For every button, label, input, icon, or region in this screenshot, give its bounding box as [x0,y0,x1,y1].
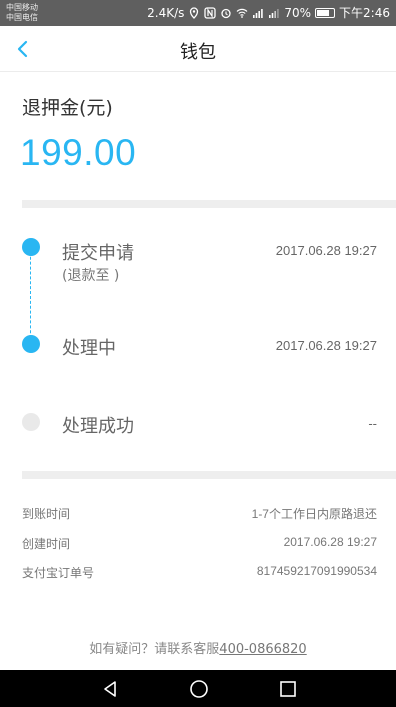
timeline-step-label: 处理中 [62,338,116,359]
wifi-icon [236,8,248,18]
system-nav-bar [0,670,396,707]
clock: 下午2:46 [339,6,390,20]
carrier-1: 中国移动 [6,3,38,12]
service-phone-link[interactable]: 400-0866820 [219,642,306,657]
network-speed: 2.4K/s [147,6,185,20]
timeline-dot-success [22,413,40,431]
timeline-step-sub: (退款至 ) [62,268,120,284]
timeline-step-time: -- [368,416,377,431]
section-divider [22,200,396,208]
carrier-2: 中国电信 [6,13,38,22]
alarm-icon [221,8,232,19]
page-title: 钱包 [180,42,216,63]
timeline-connector [30,247,31,343]
arrival-time-value: 1-7个工作日内原路退还 [251,507,377,521]
timeline-step-label: 提交申请 [62,243,134,264]
timeline-dot-processing [22,335,40,353]
recents-square-icon[interactable] [277,678,299,700]
carrier-info: 中国移动 中国电信 [6,3,38,23]
arrival-time-label: 到账时间 [22,507,71,521]
status-indicators: 2.4K/s 70% 下午2:46 [147,5,390,21]
location-icon [190,7,199,19]
refund-label: 退押金(元) [22,97,113,119]
back-triangle-icon[interactable] [99,678,121,700]
status-bar: 中国移动 中国电信 2.4K/s 70% 下午2:46 [0,0,396,26]
timeline-step-time: 2017.06.28 19:27 [275,338,377,353]
created-time-label: 创建时间 [22,537,71,551]
home-circle-icon[interactable] [188,678,210,700]
help-prefix: 如有疑问？请联系客服 [89,642,220,657]
section-divider [22,471,396,479]
timeline-step-label: 处理成功 [62,416,134,437]
timeline-step-time: 2017.06.28 19:27 [275,243,377,258]
order-number-value: 817459217091990534 [256,564,377,578]
battery-icon [315,8,336,18]
created-time-value: 2017.06.28 19:27 [283,535,377,549]
battery-percent: 70% [284,6,312,20]
help-text: 如有疑问？请联系客服400-0866820 [0,638,396,657]
signal-4g-icon [269,9,280,18]
order-number-label: 支付宝订单号 [22,566,95,580]
timeline-dot-submitted [22,238,40,256]
signal-icon [253,9,264,18]
navbar: 钱包 [0,26,396,72]
refund-amount: 199.00 [20,132,137,173]
nfc-icon [204,7,217,19]
